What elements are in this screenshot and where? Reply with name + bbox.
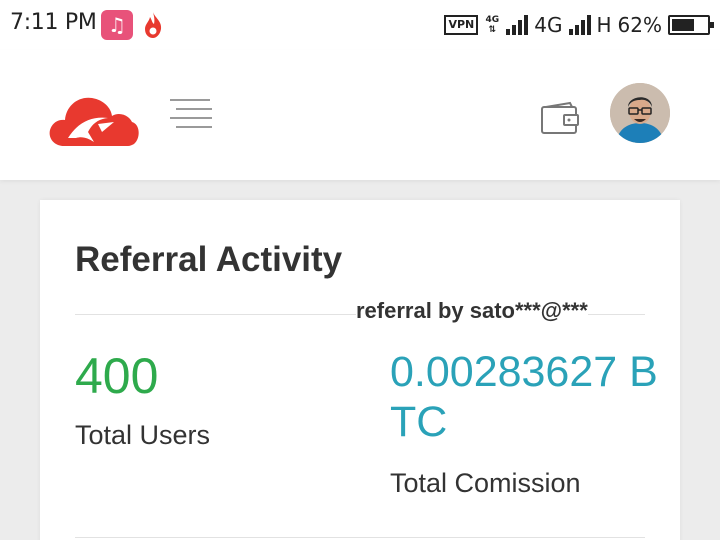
- referral-by-label: referral by sato***@***: [356, 298, 588, 324]
- referral-activity-card: Referral Activity referral by sato***@**…: [40, 200, 680, 540]
- network-label-2: H: [596, 13, 612, 37]
- status-bar: 7:11 PM ♫ VPN 4G ⇅ 4G H 62%: [0, 0, 720, 50]
- cloud-logo-icon[interactable]: [48, 92, 140, 148]
- hamburger-menu-icon[interactable]: [168, 97, 214, 133]
- network-type-label: 4G: [485, 15, 500, 25]
- avatar-image: [610, 83, 670, 143]
- total-commission-value: 0.00283627 BTC: [390, 348, 658, 446]
- network-label-1: 4G: [534, 13, 563, 37]
- total-commission-label: Total Comission: [390, 468, 581, 498]
- status-indicators: VPN 4G ⇅ 4G H 62%: [444, 10, 714, 40]
- total-users-label: Total Users: [75, 420, 211, 450]
- status-time: 7:11 PM: [10, 10, 97, 35]
- signal-bars-icon-2: [568, 15, 591, 35]
- signal-bars-icon: [506, 15, 529, 35]
- battery-icon: [668, 15, 714, 35]
- vpn-icon: VPN: [444, 15, 479, 35]
- bottom-divider: [75, 537, 645, 538]
- wallet-icon[interactable]: [540, 101, 580, 135]
- music-app-icon: ♫: [101, 10, 133, 40]
- network-type-icon: 4G ⇅: [484, 15, 500, 35]
- app-header: [0, 50, 720, 180]
- user-avatar[interactable]: [610, 83, 670, 143]
- card-title: Referral Activity: [75, 240, 343, 279]
- data-arrows-icon: ⇅: [488, 25, 497, 35]
- battery-percent: 62%: [617, 13, 662, 37]
- total-users-value: 400: [75, 348, 159, 404]
- flame-icon: [145, 12, 162, 38]
